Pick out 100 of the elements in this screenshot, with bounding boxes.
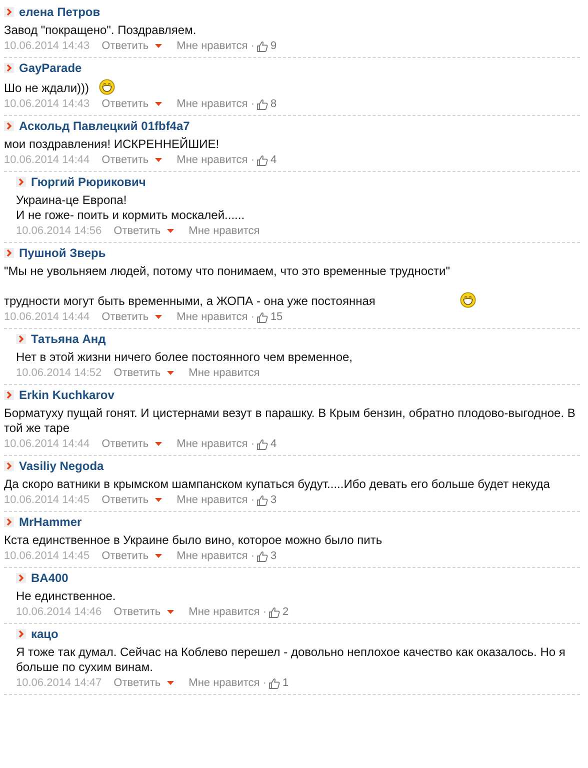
- chevron-icon: [4, 517, 14, 527]
- author-link[interactable]: GayParade: [19, 61, 82, 75]
- separator-dot: ·: [262, 677, 266, 689]
- thumbs-up-icon: [257, 494, 268, 506]
- caret-icon[interactable]: [166, 229, 174, 233]
- author-link[interactable]: Erkin Kuchkarov: [19, 388, 114, 402]
- reply-link[interactable]: Ответить: [114, 606, 161, 618]
- like-link[interactable]: Мне нравится: [176, 438, 248, 450]
- comment-date: 10.06.2014 14:47: [16, 677, 102, 689]
- comment-date: 10.06.2014 14:45: [4, 550, 90, 562]
- like-count: 15: [270, 311, 283, 323]
- separator-dot: ·: [250, 154, 254, 166]
- comment-date: 10.06.2014 14:52: [16, 367, 102, 379]
- like-link[interactable]: Мне нравится: [176, 550, 248, 562]
- like-link[interactable]: Мне нравится: [188, 606, 260, 618]
- like-count: 1: [282, 677, 289, 689]
- thumbs-up-icon: [269, 678, 280, 688]
- chevron-icon: [4, 248, 14, 258]
- reply-link[interactable]: Ответить: [102, 40, 149, 52]
- reply-link[interactable]: Ответить: [102, 494, 149, 506]
- comment-date: 10.06.2014 14:45: [4, 494, 90, 506]
- caret-icon[interactable]: [154, 442, 162, 446]
- separator-dot: ·: [250, 311, 254, 323]
- like-link[interactable]: Мне нравится: [188, 677, 260, 689]
- like-link[interactable]: Мне нравится: [176, 40, 248, 52]
- comment-date: 10.06.2014 14:46: [16, 606, 102, 618]
- reply-link[interactable]: Ответить: [114, 677, 161, 689]
- comment-text: Я тоже так думал. Сейчас на Коблево перешел - довольно неплохое качество как оказалось. Но я больше по сухим винам.: [16, 645, 566, 675]
- chevron-icon: [4, 63, 14, 73]
- like-link[interactable]: Мне нравится: [176, 98, 248, 110]
- reply-link[interactable]: Ответить: [114, 367, 161, 379]
- comment-text: Кста единственное в Украине было вино, которое можно было пить: [4, 533, 382, 548]
- chevron-icon: [4, 7, 14, 17]
- separator-dot: ·: [250, 550, 254, 562]
- like-count: 9: [270, 40, 277, 52]
- comment-text: Нет в этой жизни ничего более постоянного чем временное,: [16, 350, 352, 365]
- caret-icon[interactable]: [154, 498, 162, 502]
- comment-date: 10.06.2014 14:43: [4, 40, 90, 52]
- author-link[interactable]: Пушной Зверь: [19, 246, 106, 260]
- reply-link[interactable]: Ответить: [102, 98, 149, 110]
- author-link[interactable]: Гюргий Рюрикович: [31, 175, 146, 189]
- chevron-icon: [4, 390, 14, 400]
- caret-icon[interactable]: [166, 371, 174, 375]
- caret-icon[interactable]: [166, 610, 174, 614]
- author-link[interactable]: MrHammer: [19, 515, 82, 529]
- comment-text: Борматуху пущай гонят. И цистернами везут в парашку. В Крым бензин, обратно плодово-выгодное. В той же таре: [4, 406, 576, 436]
- chevron-icon: [16, 177, 26, 187]
- separator-dot: ·: [250, 494, 254, 506]
- chevron-icon: [4, 461, 14, 471]
- author-link[interactable]: елена Петров: [19, 5, 100, 19]
- author-link[interactable]: Аскольд Павлецкий 01fbf4a7: [19, 119, 190, 133]
- chevron-icon: [16, 573, 26, 583]
- caret-icon[interactable]: [166, 681, 174, 685]
- caret-icon[interactable]: [154, 315, 162, 319]
- comment-date: 10.06.2014 14:56: [16, 225, 102, 237]
- like-link[interactable]: Мне нравится: [188, 367, 260, 379]
- reply-link[interactable]: Ответить: [102, 438, 149, 450]
- comment-date: 10.06.2014 14:44: [4, 311, 90, 323]
- reply-link[interactable]: Ответить: [114, 225, 161, 237]
- like-count: 2: [282, 606, 289, 618]
- comment-text: "Мы не увольняем людей, потому что понимаем, что это временные трудности" трудности могут быть временными, а ЖОПА - она уже постоянная: [4, 264, 450, 309]
- comment-date: 10.06.2014 14:44: [4, 154, 90, 166]
- like-count: 3: [270, 550, 277, 562]
- comment-text: Шо не ждали))): [4, 81, 90, 96]
- thumbs-up-icon: [257, 438, 268, 450]
- chevron-icon: [4, 121, 14, 131]
- reply-link[interactable]: Ответить: [102, 550, 149, 562]
- reply-link[interactable]: Ответить: [102, 154, 149, 166]
- thumbs-up-icon: [257, 550, 268, 562]
- thumbs-up-icon: [269, 606, 280, 618]
- like-count: 4: [270, 438, 277, 450]
- thumbs-up-icon: [257, 98, 268, 110]
- comment-text: Да скоро ватники в крымском шампанском купаться будут.....Ибо девать его больше будет некуда: [4, 477, 550, 492]
- author-link[interactable]: Татьяна Анд: [31, 332, 106, 346]
- separator-dot: ·: [250, 98, 254, 110]
- chevron-icon: [16, 629, 26, 639]
- author-link[interactable]: кацо: [31, 627, 58, 641]
- comment-text: Завод "покращено". Поздравляем.: [4, 23, 196, 38]
- caret-icon[interactable]: [154, 554, 162, 558]
- like-link[interactable]: Мне нравится: [176, 494, 248, 506]
- like-link[interactable]: Мне нравится: [188, 225, 260, 237]
- smiley-icon: [460, 292, 476, 308]
- comment-text: мои поздравления! ИСКРЕННЕЙШИЕ!: [4, 137, 220, 152]
- comment-date: 10.06.2014 14:44: [4, 438, 90, 450]
- separator-dot: ·: [262, 606, 266, 618]
- thumbs-up-icon: [257, 312, 268, 322]
- thumbs-up-icon: [257, 40, 268, 52]
- caret-icon[interactable]: [154, 158, 162, 162]
- like-link[interactable]: Мне нравится: [176, 311, 248, 323]
- author-link[interactable]: Vasiliy Negoda: [19, 459, 104, 473]
- author-link[interactable]: BA400: [31, 571, 68, 585]
- reply-link[interactable]: Ответить: [102, 311, 149, 323]
- smiley-icon: [99, 79, 116, 95]
- like-count: 4: [270, 154, 277, 166]
- comment-date: 10.06.2014 14:43: [4, 98, 90, 110]
- caret-icon[interactable]: [154, 102, 162, 106]
- caret-icon[interactable]: [154, 44, 162, 48]
- like-count: 8: [270, 98, 277, 110]
- thumbs-up-icon: [257, 154, 268, 166]
- like-link[interactable]: Мне нравится: [176, 154, 248, 166]
